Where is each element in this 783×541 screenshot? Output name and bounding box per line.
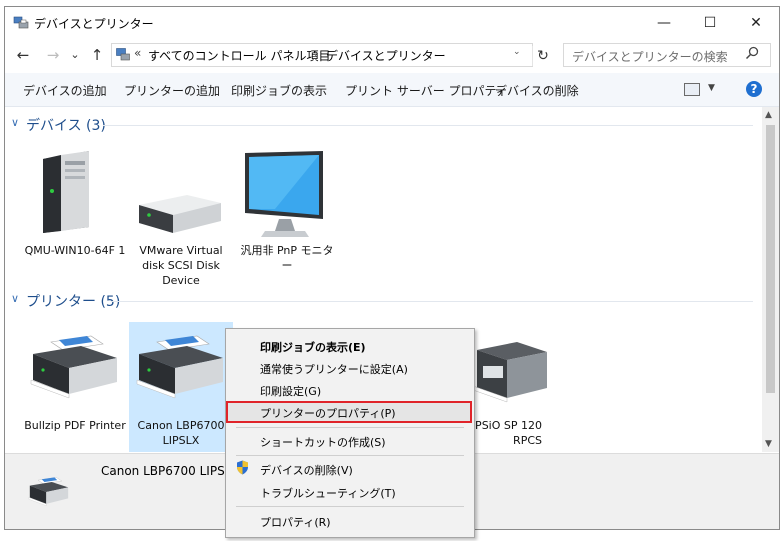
recent-locations-button[interactable]: ⌄ bbox=[65, 46, 85, 64]
menu-item-printer-properties[interactable]: プリンターのプロパティ(P) bbox=[260, 405, 396, 421]
address-overflow[interactable]: « bbox=[134, 46, 141, 60]
command-bar: デバイスの追加 プリンターの追加 印刷ジョブの表示 プリント サーバー プロパテ… bbox=[5, 73, 779, 107]
view-print-jobs-button[interactable]: 印刷ジョブの表示 bbox=[231, 82, 327, 99]
view-dropdown-icon[interactable]: ▼ bbox=[708, 83, 715, 93]
menu-item-view-print-jobs[interactable]: 印刷ジョブの表示(E) bbox=[260, 339, 366, 355]
printer-label: Canon LBP6700 LIPSLX bbox=[137, 419, 225, 447]
printer-icon bbox=[28, 477, 69, 506]
chevron-down-icon[interactable]: ∨ bbox=[11, 116, 19, 129]
print-server-properties-button[interactable]: プリント サーバー プロパティ bbox=[345, 82, 508, 99]
chevron-down-icon[interactable]: ∨ bbox=[11, 292, 19, 305]
window-title: デバイスとプリンター bbox=[34, 17, 154, 31]
search-icon[interactable] bbox=[745, 46, 759, 60]
vertical-scrollbar[interactable]: ▲ ▼ bbox=[762, 107, 779, 452]
address-bar[interactable]: « すべてのコントロール パネル項目 › デバイスとプリンター ⌄ ↻ bbox=[111, 43, 549, 67]
printer-item-canon[interactable]: Canon LBP6700 LIPSLX bbox=[129, 322, 233, 452]
breadcrumb-control-panel[interactable]: すべてのコントロール パネル項目 bbox=[148, 47, 331, 64]
menu-item-properties[interactable]: プロパティ(R) bbox=[260, 514, 331, 530]
group-divider bbox=[103, 125, 753, 126]
breadcrumb-devices-printers[interactable]: デバイスとプリンター bbox=[326, 47, 446, 64]
add-printer-button[interactable]: プリンターの追加 bbox=[124, 82, 220, 99]
breadcrumb-separator[interactable]: › bbox=[314, 46, 319, 60]
device-label: VMware Virtual disk SCSI Disk Device bbox=[139, 244, 223, 287]
menu-item-set-default-printer[interactable]: 通常使うプリンターに設定(A) bbox=[260, 361, 408, 377]
back-button[interactable]: ← bbox=[13, 46, 33, 64]
details-device-name: Canon LBP6700 LIPSLX bbox=[101, 464, 240, 478]
menu-separator bbox=[236, 455, 464, 456]
printer-item-bullzip[interactable]: Bullzip PDF Printer bbox=[23, 322, 127, 452]
back-arrow-icon: ← bbox=[16, 46, 30, 64]
minimize-icon: — bbox=[657, 14, 671, 31]
group-title-devices: デバイス (3) bbox=[26, 118, 106, 134]
title-bar: デバイスとプリンター — ☐ ✕ bbox=[5, 7, 779, 38]
menu-separator bbox=[236, 427, 464, 428]
devices-printers-icon bbox=[13, 16, 29, 29]
disk-drive-icon bbox=[139, 195, 221, 233]
address-row: ← → ⌄ ↑ « すべてのコントロール パネル項目 › デバイスとプリンター … bbox=[5, 40, 779, 70]
refresh-icon[interactable]: ↻ bbox=[532, 46, 553, 66]
forward-arrow-icon: → bbox=[46, 46, 60, 64]
maximize-button[interactable]: ☐ bbox=[687, 7, 733, 38]
close-icon: ✕ bbox=[750, 14, 762, 31]
minimize-button[interactable]: — bbox=[641, 7, 687, 38]
remove-device-button[interactable]: デバイスの削除 bbox=[495, 82, 579, 99]
group-header-devices[interactable]: ∨ デバイス (3) bbox=[11, 115, 754, 135]
scroll-thumb[interactable] bbox=[766, 125, 775, 393]
chevron-down-icon: ⌄ bbox=[70, 48, 80, 61]
computer-tower-icon bbox=[43, 151, 89, 233]
device-label: QMU-WIN10-64F 1 bbox=[24, 244, 126, 257]
close-button[interactable]: ✕ bbox=[733, 7, 779, 38]
group-divider bbox=[111, 301, 753, 302]
search-input[interactable]: デバイスとプリンターの検索 bbox=[563, 43, 771, 67]
shield-icon bbox=[237, 460, 248, 475]
address-dropdown-icon[interactable]: ⌄ bbox=[513, 47, 521, 57]
menu-separator bbox=[236, 506, 464, 507]
group-header-printers[interactable]: ∨ プリンター (5) bbox=[11, 291, 754, 311]
monitor-icon bbox=[245, 151, 323, 237]
printer-icon bbox=[30, 335, 117, 399]
help-icon[interactable]: ? bbox=[746, 81, 762, 97]
device-label: 汎用非 PnP モニター bbox=[240, 244, 334, 272]
menu-item-troubleshoot[interactable]: トラブルシューティング(T) bbox=[260, 485, 396, 501]
maximize-icon: ☐ bbox=[703, 14, 717, 31]
search-placeholder: デバイスとプリンターの検索 bbox=[572, 50, 728, 64]
change-view-icon[interactable] bbox=[684, 83, 700, 96]
add-device-button[interactable]: デバイスの追加 bbox=[23, 82, 107, 99]
printer-label: Bullzip PDF Printer bbox=[24, 419, 126, 432]
scroll-up-icon[interactable]: ▲ bbox=[765, 110, 772, 120]
menu-item-remove-device[interactable]: デバイスの削除(V) bbox=[260, 462, 353, 478]
control-panel-icon bbox=[116, 48, 130, 61]
forward-button[interactable]: → bbox=[43, 46, 63, 64]
printer-icon bbox=[136, 335, 223, 399]
menu-item-printing-preferences[interactable]: 印刷設定(G) bbox=[260, 383, 321, 399]
up-arrow-icon: ↑ bbox=[90, 46, 104, 64]
context-menu: 印刷ジョブの表示(E) 通常使うプリンターに設定(A) 印刷設定(G) プリンタ… bbox=[225, 328, 475, 538]
scroll-down-icon[interactable]: ▼ bbox=[765, 439, 772, 449]
up-button[interactable]: ↑ bbox=[87, 46, 107, 64]
group-title-printers: プリンター (5) bbox=[26, 294, 121, 310]
menu-item-create-shortcut[interactable]: ショートカットの作成(S) bbox=[260, 434, 386, 450]
